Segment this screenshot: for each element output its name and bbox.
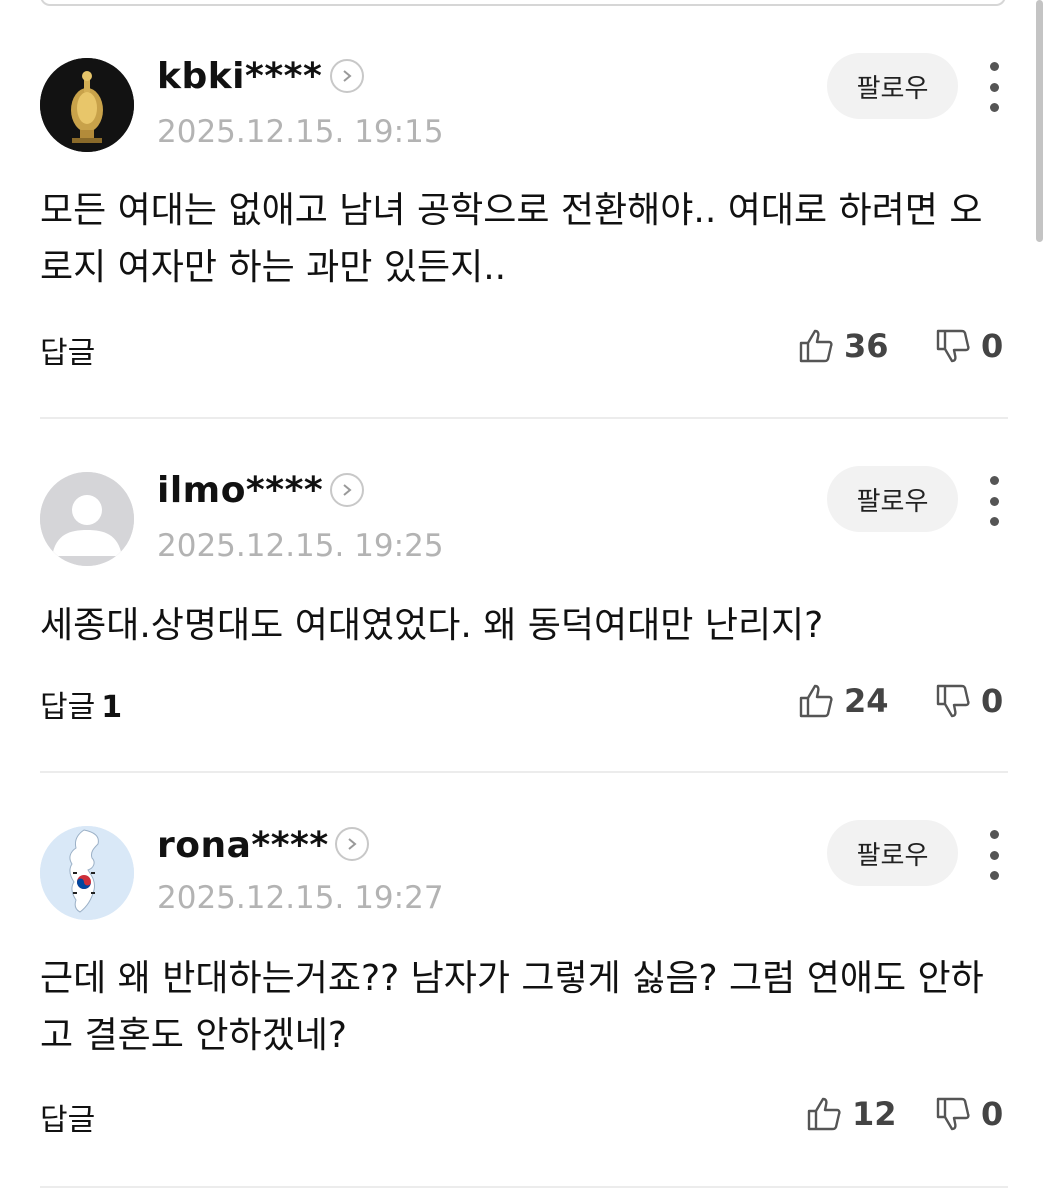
default-person-silhouette-icon bbox=[40, 472, 134, 566]
avatar[interactable] bbox=[40, 58, 134, 152]
profile-chevron-icon[interactable] bbox=[335, 827, 369, 861]
korea-map-flag-icon bbox=[40, 826, 134, 920]
divider bbox=[40, 1186, 1008, 1188]
username[interactable]: rona**** bbox=[157, 825, 329, 866]
dislike-count: 0 bbox=[981, 682, 1004, 720]
username[interactable]: ilmo**** bbox=[157, 470, 323, 511]
dislike-button[interactable]: 0 bbox=[935, 1095, 1003, 1133]
thumbs-down-icon bbox=[936, 684, 970, 718]
reply-label: 답글 bbox=[40, 1103, 96, 1138]
thumbs-down-icon bbox=[936, 329, 970, 363]
profile-chevron-icon[interactable] bbox=[330, 59, 364, 93]
timestamp: 2025.12.15. 19:25 bbox=[157, 528, 444, 564]
golden-crown-photo-icon bbox=[40, 58, 134, 152]
reply-count: 1 bbox=[101, 690, 123, 725]
more-options-icon[interactable] bbox=[980, 476, 1008, 526]
dislike-button[interactable]: 0 bbox=[935, 682, 1003, 720]
reply-button[interactable]: 답글 1 bbox=[40, 682, 122, 726]
scrollbar[interactable] bbox=[1036, 0, 1043, 242]
follow-button[interactable]: 팔로우 bbox=[827, 820, 958, 886]
dislike-count: 0 bbox=[981, 1095, 1004, 1133]
avatar[interactable] bbox=[40, 826, 134, 920]
divider bbox=[40, 771, 1008, 773]
profile-chevron-icon[interactable] bbox=[330, 473, 364, 507]
dislike-button[interactable]: 0 bbox=[935, 327, 1003, 365]
thumbs-up-icon bbox=[799, 329, 833, 363]
timestamp: 2025.12.15. 19:15 bbox=[157, 114, 444, 150]
reply-label: 답글 bbox=[40, 336, 96, 371]
more-options-icon[interactable] bbox=[980, 62, 1008, 112]
reply-label: 답글 bbox=[40, 690, 96, 725]
username[interactable]: kbki**** bbox=[157, 56, 322, 97]
like-button[interactable]: 36 bbox=[798, 327, 889, 365]
more-options-icon[interactable] bbox=[980, 830, 1008, 880]
previous-item-edge bbox=[40, 0, 1006, 6]
thumbs-up-icon bbox=[799, 684, 833, 718]
follow-button[interactable]: 팔로우 bbox=[827, 53, 958, 119]
divider bbox=[40, 417, 1008, 419]
like-count: 24 bbox=[844, 682, 889, 720]
comment-text: 근데 왜 반대하는거죠?? 남자가 그렇게 싫음? 그럼 연애도 안하고 결혼도… bbox=[40, 958, 984, 1056]
avatar[interactable] bbox=[40, 472, 134, 566]
like-button[interactable]: 24 bbox=[798, 682, 889, 720]
comment-text: 세종대.상명대도 여대였었다. 왜 동덕여대만 난리지? bbox=[40, 605, 824, 646]
comment-text: 모든 여대는 없애고 남녀 공학으로 전환해야.. 여대로 하려면 오로지 여자… bbox=[40, 190, 983, 288]
like-button[interactable]: 12 bbox=[806, 1095, 897, 1133]
thumbs-down-icon bbox=[936, 1097, 970, 1131]
like-count: 36 bbox=[844, 327, 889, 365]
comment-list: kbki**** 2025.12.15. 19:15 팔로우 모든 여대는 없애… bbox=[0, 0, 1047, 1200]
timestamp: 2025.12.15. 19:27 bbox=[157, 880, 444, 916]
reply-button[interactable]: 답글 bbox=[40, 328, 101, 372]
thumbs-up-icon bbox=[807, 1097, 841, 1131]
reply-button[interactable]: 답글 bbox=[40, 1095, 101, 1139]
like-count: 12 bbox=[852, 1095, 897, 1133]
follow-button[interactable]: 팔로우 bbox=[827, 466, 958, 532]
dislike-count: 0 bbox=[981, 327, 1004, 365]
